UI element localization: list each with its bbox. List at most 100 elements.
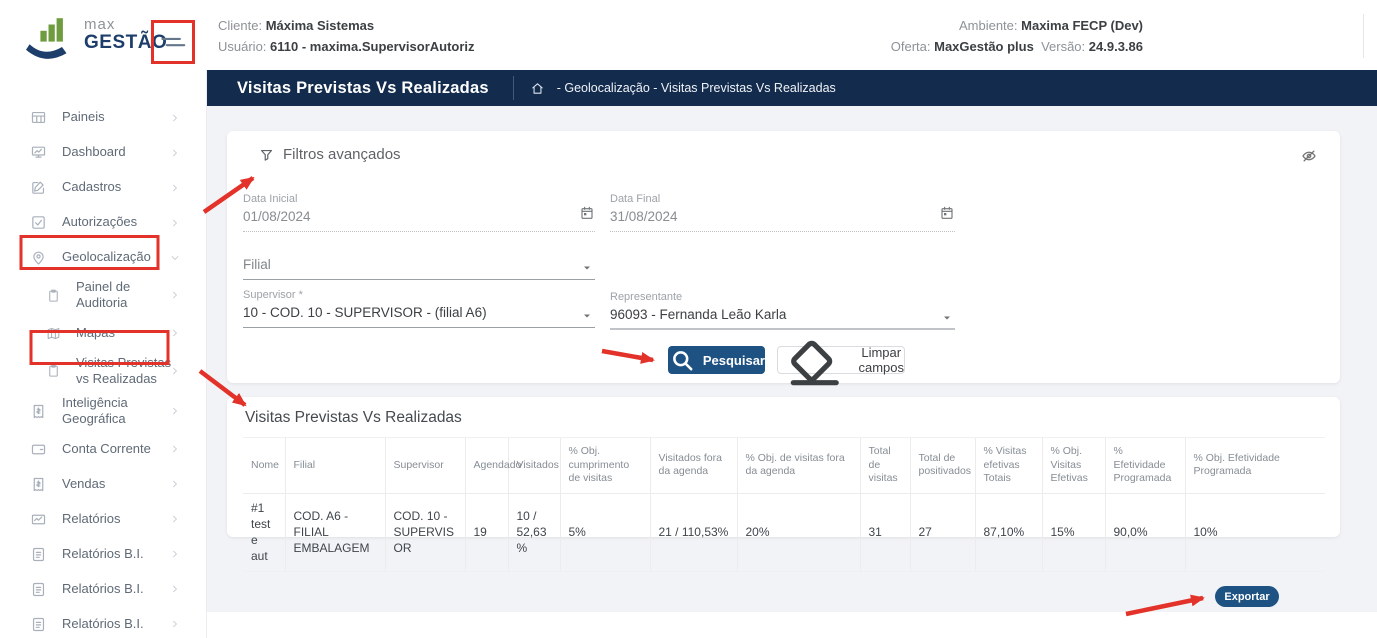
sidebar-item-relatorios-b-i[interactable]: Relatórios B.I. (0, 537, 206, 572)
filial-select[interactable]: Filial (243, 257, 595, 280)
sidebar-item-vendas[interactable]: Vendas (0, 467, 206, 502)
map-icon (46, 326, 61, 341)
sidebar-item-painel-de-auditoria[interactable]: Painel de Auditoria (0, 275, 206, 316)
table-cell: 31 (860, 493, 910, 571)
caret-down-icon[interactable] (581, 262, 593, 274)
chevron-down-icon (170, 253, 180, 263)
sidebar-item-label: Paineis (62, 109, 180, 125)
breadcrumb-home-icon[interactable] (530, 81, 545, 96)
column-header: Visitados fora da agenda (650, 438, 737, 494)
sidebar-item-label: Inteligência Geográfica (62, 395, 180, 428)
table-cell: 21 / 110,53% (650, 493, 737, 571)
filters-title: Filtros avançados (283, 146, 401, 163)
eye-off-icon[interactable] (1300, 147, 1318, 165)
panels-icon (30, 109, 47, 126)
chevron-right-icon (170, 148, 180, 158)
client-value: Máxima Sistemas (266, 18, 374, 33)
sidebar-item-relatorios[interactable]: Relatórios (0, 502, 206, 537)
supervisor-select[interactable]: Supervisor * 10 - COD. 10 - SUPERVISOR -… (243, 289, 595, 328)
column-header: Total de positivados (910, 438, 975, 494)
oferta-value: MaxGestão plus (934, 39, 1034, 54)
menu-toggle-button[interactable] (158, 27, 188, 57)
data-final-field[interactable]: Data Final 31/08/2024 (610, 193, 955, 232)
versao-value: 24.9.3.86 (1089, 39, 1143, 54)
data-final-value[interactable]: 31/08/2024 (610, 209, 955, 232)
column-header: Agendado (465, 438, 508, 494)
user-label: Usuário: (218, 39, 266, 54)
document-icon (30, 616, 47, 633)
sidebar-item-conta-corrente[interactable]: Conta Corrente (0, 432, 206, 467)
column-header: % Obj. Visitas Efetivas (1042, 438, 1105, 494)
search-button[interactable]: Pesquisar (668, 346, 765, 374)
sidebar-item-label: Mapas (76, 325, 180, 341)
sidebar-item-label: Relatórios B.I. (62, 581, 180, 597)
client-label: Cliente: (218, 18, 262, 33)
results-table-wrap: NomeFilialSupervisorAgendadoVisitados% O… (243, 437, 1325, 572)
sidebar-item-label: Relatórios B.I. (62, 546, 180, 562)
sidebar-item-geolocalizacao[interactable]: Geolocalização (0, 240, 206, 275)
sidebar-item-relatorios-b-i[interactable]: Relatórios B.I. (0, 572, 206, 607)
chevron-right-icon (170, 549, 180, 559)
dashboard-icon (30, 144, 47, 161)
caret-down-icon[interactable] (941, 312, 953, 324)
document-icon (30, 581, 47, 598)
environment-info: Ambiente: Maxima FECP (Dev) Oferta: MaxG… (891, 15, 1143, 57)
sidebar-item-cadastros[interactable]: Cadastros (0, 170, 206, 205)
chevron-right-icon (170, 218, 180, 228)
table-cell: 20% (737, 493, 860, 571)
data-inicial-label: Data Inicial (243, 193, 595, 205)
results-title: Visitas Previstas Vs Realizadas (245, 409, 462, 427)
table-header-row: NomeFilialSupervisorAgendadoVisitados% O… (243, 438, 1325, 494)
sidebar-item-label: Vendas (62, 476, 180, 492)
check-square-icon (30, 214, 47, 231)
user-value: 6110 - maxima.SupervisorAutoriz (270, 39, 474, 54)
chevron-right-icon (170, 514, 180, 524)
client-info: Cliente: Máxima Sistemas Usuário: 6110 -… (218, 15, 475, 57)
clear-fields-button[interactable]: Limpar campos (777, 346, 905, 374)
edit-icon (30, 179, 47, 196)
sidebar-item-visitas-previstas-vs-realizadas[interactable]: Visitas Previstas vs Realizadas (0, 351, 206, 392)
column-header: % Obj. de visitas fora da agenda (737, 438, 860, 494)
calendar-icon[interactable] (579, 205, 595, 221)
table-cell: 90,0% (1105, 493, 1185, 571)
calendar-icon[interactable] (939, 205, 955, 221)
main-content: Filtros avançados Data Inicial 01/08/202… (207, 106, 1377, 612)
clipboard-icon (46, 288, 61, 303)
filter-icon (258, 147, 275, 164)
sidebar-item-label: Autorizações (62, 214, 180, 230)
table-row[interactable]: #1 teste autCOD. A6 - FILIAL EMBALAGEMCO… (243, 493, 1325, 571)
hamburger-icon (158, 27, 188, 57)
chevron-right-icon (170, 113, 180, 123)
sidebar-item-paineis[interactable]: Paineis (0, 100, 206, 135)
chevron-right-icon (170, 328, 180, 338)
caret-down-icon[interactable] (581, 310, 593, 322)
clipboard-icon (46, 363, 61, 378)
representante-label: Representante (610, 291, 955, 303)
sidebar-item-label: Relatórios B.I. (62, 616, 180, 632)
sidebar-item-inteligencia-geografica[interactable]: Inteligência Geográfica (0, 391, 206, 432)
data-inicial-value[interactable]: 01/08/2024 (243, 209, 595, 232)
logo-text-max: max (84, 16, 115, 33)
sidebar-item-relatorios-b-i[interactable]: Relatórios B.I. (0, 607, 206, 638)
wallet-icon (30, 441, 47, 458)
sidebar-item-mapas[interactable]: Mapas (0, 316, 206, 351)
filial-placeholder[interactable]: Filial (243, 257, 595, 280)
data-inicial-field[interactable]: Data Inicial 01/08/2024 (243, 193, 595, 232)
supervisor-value[interactable]: 10 - COD. 10 - SUPERVISOR - (filial A6) (243, 305, 595, 328)
ambiente-label: Ambiente: (959, 18, 1018, 33)
ambiente-value: Maxima FECP (Dev) (1021, 18, 1143, 33)
logo-text-gestao: GESTÃO (84, 32, 167, 54)
sidebar-item-dashboard[interactable]: Dashboard (0, 135, 206, 170)
sidebar-item-autorizacoes[interactable]: Autorizações (0, 205, 206, 240)
results-table: NomeFilialSupervisorAgendadoVisitados% O… (243, 437, 1325, 572)
column-header: Nome (243, 438, 285, 494)
titlebar-divider (513, 76, 514, 100)
chevron-right-icon (170, 183, 180, 193)
table-cell: 10 / 52,63% (508, 493, 560, 571)
page-titlebar: Visitas Previstas Vs Realizadas - Geoloc… (207, 70, 1377, 106)
column-header: Total de visitas (860, 438, 910, 494)
data-final-label: Data Final (610, 193, 955, 205)
sidebar: Paineis Dashboard Cadastros Autorizações… (0, 70, 207, 638)
export-button[interactable]: Exportar (1215, 586, 1279, 607)
column-header: % Obj. Efetividade Programada (1185, 438, 1325, 494)
